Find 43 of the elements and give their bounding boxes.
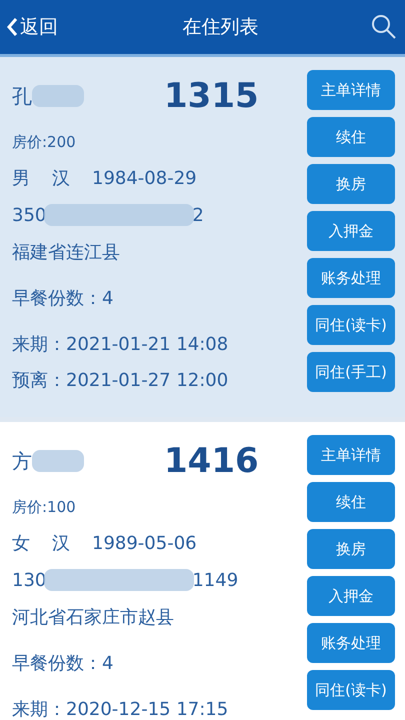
action-button[interactable]: 同住(读卡) <box>307 670 395 710</box>
breakfast-count: 早餐份数：4 <box>12 652 114 675</box>
id-number-start: 130 <box>12 570 46 590</box>
id-number-end: 1149 <box>192 570 238 590</box>
guest-card[interactable]: 方 1416 房价:100 女 汉 1989-05-06 130 1149 河北省石家庄市赵县 早餐份数：4 来期：2020-12-15 17:15 主单详情 续住 换房 入押金 账务处理 同住(读卡) <box>0 422 405 720</box>
action-button[interactable]: 续住 <box>307 117 395 157</box>
back-button[interactable]: 返回 <box>6 14 58 40</box>
arrival-time: 来期：2020-12-15 17:15 <box>12 698 230 720</box>
ethnicity: 汉 <box>52 167 70 190</box>
redaction-mark <box>32 450 84 472</box>
chevron-left-icon <box>6 17 18 37</box>
redaction-mark <box>32 85 84 107</box>
action-button[interactable]: 换房 <box>307 164 395 204</box>
action-button[interactable]: 主单详情 <box>307 435 395 475</box>
action-button[interactable]: 同住(读卡) <box>307 305 395 345</box>
departure-time: 预离：2021-01-27 12:00 <box>12 369 230 392</box>
action-button[interactable]: 换房 <box>307 529 395 569</box>
address: 河北省石家庄市赵县 <box>12 606 175 629</box>
action-button[interactable]: 账务处理 <box>307 258 395 298</box>
arrival-time: 来期：2021-01-21 14:08 <box>12 333 230 356</box>
search-icon[interactable] <box>371 14 397 40</box>
action-button[interactable]: 入押金 <box>307 211 395 251</box>
page-title: 在住列表 <box>182 15 258 40</box>
guest-name: 方 <box>12 448 32 474</box>
ethnicity: 汉 <box>52 532 70 555</box>
birth-date: 1989-05-06 <box>92 532 197 554</box>
room-number: 1416 <box>164 441 259 481</box>
action-button[interactable]: 续住 <box>307 482 395 522</box>
breakfast-count: 早餐份数：4 <box>12 287 114 310</box>
room-price: 房价:200 <box>12 133 77 152</box>
id-number-end: 2 <box>192 204 204 226</box>
gender: 男 <box>12 167 30 190</box>
address: 福建省连江县 <box>12 241 121 264</box>
action-button[interactable]: 账务处理 <box>307 623 395 663</box>
birth-date: 1984-08-29 <box>92 168 197 188</box>
action-button[interactable]: 入押金 <box>307 576 395 616</box>
guest-name: 孔 <box>12 82 32 110</box>
id-number-start: 350 <box>12 204 46 226</box>
room-price: 房价:100 <box>12 498 77 517</box>
room-number: 1315 <box>164 76 259 116</box>
action-button[interactable]: 主单详情 <box>307 70 395 110</box>
gender: 女 <box>12 532 30 555</box>
action-button[interactable]: 同住(手工) <box>307 352 395 392</box>
